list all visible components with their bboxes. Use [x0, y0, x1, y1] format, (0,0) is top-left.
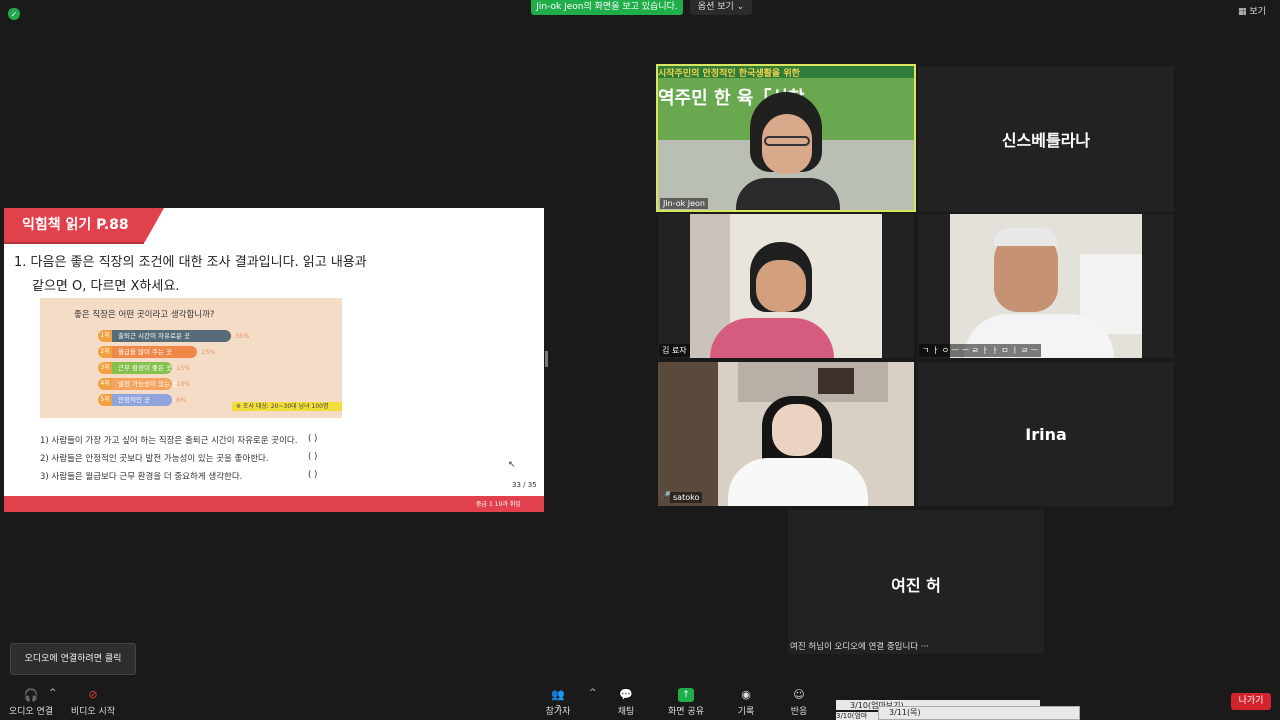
- video-tile-sins[interactable]: 신스베틀라나: [918, 66, 1174, 212]
- reactions-label: 반응: [790, 707, 808, 717]
- mouse-cursor-icon: ↖: [508, 460, 516, 470]
- audio-options-caret[interactable]: ^: [49, 688, 57, 698]
- slide-footer: [4, 496, 544, 512]
- participant-name-sins: 신스베틀라나: [1001, 131, 1091, 150]
- shoulders-shape: [736, 178, 840, 210]
- participant-name-kim: 김 료자: [659, 344, 690, 357]
- view-toggle-label: 보기: [1249, 7, 1266, 17]
- answer-blank-2: ( ): [308, 452, 318, 462]
- survey-bar: 월급을 많이 주는 곳: [112, 346, 197, 358]
- statement-2-text: 2) 사람들은 안정적인 곳보다 발전 가능성이 있는 곳을 좋아한다.: [40, 454, 269, 464]
- grid-icon: ▦: [1238, 7, 1247, 17]
- kim-video-feed: [690, 214, 882, 358]
- participant-name-man: ㄱ ㅏ ㅇ ㅡ ㅡ ㄹ ㅏ ㅏ ㅁ ㅣ ㄹ ㅡ: [919, 344, 1042, 357]
- participant-name-satoko: satoko: [670, 492, 703, 503]
- chat-button[interactable]: 💬 채팅: [606, 688, 646, 717]
- headphone-icon: 🎧: [23, 688, 39, 702]
- view-options-label: 옵션 보기: [697, 2, 734, 12]
- survey-bar-percent: 15%: [176, 364, 191, 372]
- split-divider-handle[interactable]: [545, 351, 548, 367]
- slide-tab: 익힘책 읽기 P.88: [4, 208, 164, 242]
- video-tile-satoko[interactable]: 🎤 satoko: [658, 362, 914, 506]
- video-off-icon: ⊘: [88, 688, 98, 701]
- audio-tooltip: 오디오에 연결하려면 클릭: [10, 643, 136, 675]
- survey-bar: 발전 가능성이 있는 곳: [112, 378, 178, 390]
- window-thumbnail-2-label: 3/11(목): [889, 708, 921, 717]
- survey-bar: 안정적인 곳: [112, 394, 172, 406]
- window-thumbnail-3[interactable]: 3/10(엄마: [836, 712, 878, 720]
- survey-title: 좋은 직장은 어떤 곳이라고 생각합니까?: [74, 310, 215, 320]
- shared-slide: 익힘책 읽기 P.88 1. 다음은 좋은 직장의 조건에 대한 조사 결과입니…: [4, 208, 544, 512]
- audio-connecting-status: 여진 허님이 오디오에 연결 중입니다 ···: [790, 642, 929, 652]
- man-video-feed: [950, 214, 1142, 358]
- reactions-button[interactable]: ☺ 반응: [779, 688, 819, 717]
- slide-footer-text: 중급 1 10과 취업: [476, 501, 521, 508]
- survey-bar-row: 1위 출퇴근 시간이 자유로운 곳 35%: [98, 330, 249, 342]
- chat-icon: 💬: [619, 688, 633, 701]
- window-thumbnail-3-label: 3/10(엄마: [836, 712, 868, 720]
- survey-bar-rank: 1위: [98, 330, 112, 342]
- survey-bar-percent: 25%: [201, 348, 216, 356]
- survey-bar-percent: 35%: [235, 332, 250, 340]
- statement-1-text: 1) 사람들이 가장 가고 싶어 하는 직장은 출퇴근 시간이 자유로운 곳이다…: [40, 436, 298, 446]
- participants-options-caret[interactable]: ^: [589, 688, 597, 698]
- survey-bar-rank: 3위: [98, 362, 112, 374]
- glasses-shape: [764, 136, 810, 146]
- share-screen-icon: ↑: [678, 688, 694, 702]
- survey-bar-percent: 8%: [176, 396, 187, 404]
- survey-bar-row: 4위 발전 가능성이 있는 곳 10%: [98, 378, 190, 390]
- question-line-1: 1. 다음은 좋은 직장의 조건에 대한 조사 결과입니다. 읽고 내용과: [14, 255, 367, 270]
- participant-name-jinok: Jin-ok Jeon: [660, 198, 709, 209]
- video-tile-man[interactable]: ㄱ ㅏ ㅇ ㅡ ㅡ ㄹ ㅏ ㅏ ㅁ ㅣ ㄹ ㅡ: [918, 214, 1174, 358]
- video-tile-irina[interactable]: Irina: [918, 362, 1174, 506]
- participants-label: 참가자: [545, 707, 571, 717]
- participants-icon: 👥 7: [551, 688, 565, 713]
- participant-name-irina: Irina: [1025, 424, 1067, 444]
- survey-bar-rank: 2위: [98, 346, 112, 358]
- reaction-emoji-icon: ☺: [793, 688, 805, 701]
- start-video-label: 비디오 시작: [70, 707, 116, 717]
- view-options-button[interactable]: 옵션 보기 ⌄: [690, 0, 752, 15]
- leave-meeting-button[interactable]: 나가기: [1231, 693, 1271, 710]
- survey-bar-row: 3위 근무 환경이 좋은 곳 15%: [98, 362, 190, 374]
- survey-bar: 근무 환경이 좋은 곳: [112, 362, 172, 374]
- record-icon: ◉: [741, 688, 751, 701]
- participant-name-yeojin: 여진 허: [891, 576, 941, 595]
- statement-2: 2) 사람들은 안정적인 곳보다 발전 가능성이 있는 곳을 좋아한다.: [40, 452, 269, 464]
- record-label: 기록: [737, 707, 755, 717]
- share-screen-label: 화면 공유: [668, 707, 704, 717]
- survey-bar-row: 5위 안정적인 곳 8%: [98, 394, 186, 406]
- statement-1: 1) 사람들이 가장 가고 싶어 하는 직장은 출퇴근 시간이 자유로운 곳이다…: [40, 434, 297, 446]
- share-screen-button[interactable]: ↑ 화면 공유: [664, 688, 708, 717]
- chat-label: 채팅: [617, 707, 635, 717]
- survey-note: ※ 조사 대상: 20~30대 남녀 100명: [232, 402, 342, 411]
- page-number: 33 / 35: [512, 481, 537, 489]
- join-audio-button[interactable]: 🎧 오디오 연결: [8, 688, 54, 717]
- video-tile-kim[interactable]: 김 료자: [658, 214, 914, 358]
- join-audio-label: 오디오 연결: [8, 707, 54, 717]
- window-thumbnail-2[interactable]: 3/11(목): [878, 706, 1080, 720]
- statement-3: 3) 사람들은 월급보다 근무 환경을 더 중요하게 생각한다.: [40, 470, 242, 482]
- answer-blank-3: ( ): [308, 470, 318, 480]
- security-shield-icon[interactable]: ✓: [8, 8, 20, 20]
- view-toggle-button[interactable]: ▦ 보기: [1238, 4, 1266, 17]
- video-tile-jinok[interactable]: 시작주민의 안정적인 한국생활을 위한 역주민 한 육「신창 Jin-ok Je…: [656, 64, 916, 212]
- survey-bar-row: 2위 월급을 많이 주는 곳 25%: [98, 346, 215, 358]
- record-button[interactable]: ◉ 기록: [726, 688, 766, 717]
- question-line-2: 같으면 O, 다르면 X하세요.: [32, 279, 180, 294]
- survey-bar: 출퇴근 시간이 자유로운 곳: [112, 330, 231, 342]
- survey-bar-rank: 4위: [98, 378, 112, 390]
- banner-top-text: 시작주민의 안정적인 한국생활을 위한: [658, 66, 914, 78]
- answer-blank-1: ( ): [308, 434, 318, 444]
- participants-button[interactable]: 👥 7 참가자: [538, 688, 578, 717]
- start-video-button[interactable]: ⊘ 비디오 시작: [68, 688, 118, 717]
- statement-3-text: 3) 사람들은 월급보다 근무 환경을 더 중요하게 생각한다.: [40, 472, 243, 482]
- survey-bar-percent: 10%: [176, 380, 191, 388]
- satoko-video-feed: [658, 362, 914, 506]
- viewing-screen-banner: Jin-ok Jeon의 화면을 보고 있습니다.: [531, 0, 683, 15]
- video-tile-yeojin[interactable]: 여진 허 여진 허님이 오디오에 연결 중입니다 ···: [788, 510, 1044, 654]
- survey-bar-rank: 5위: [98, 394, 112, 406]
